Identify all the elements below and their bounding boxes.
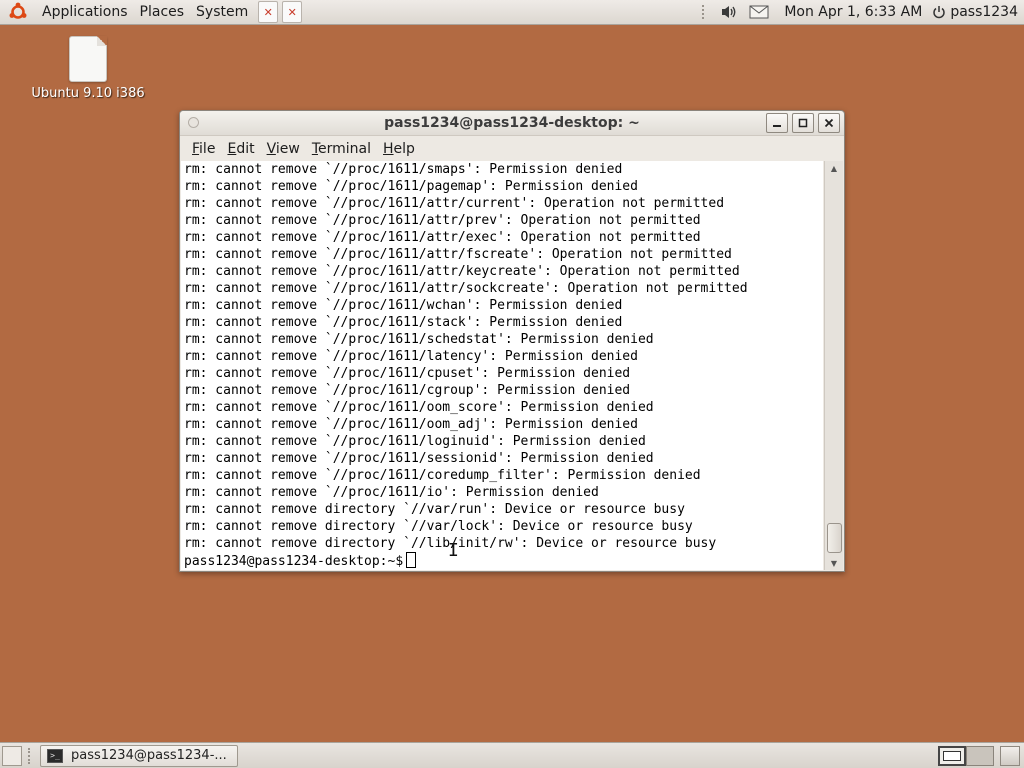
system-menu[interactable]: System bbox=[190, 0, 254, 24]
desktop-file-icon[interactable]: Ubuntu 9.10 i386 bbox=[28, 36, 148, 101]
window-menu-icon[interactable] bbox=[188, 117, 199, 128]
terminal-line: rm: cannot remove `//proc/1611/stack': P… bbox=[184, 315, 623, 330]
launcher-icon[interactable]: ✕ bbox=[282, 1, 303, 23]
terminal-lines: rm: cannot remove `//proc/1611/smaps': P… bbox=[184, 161, 748, 569]
workspace-switcher bbox=[938, 746, 1020, 766]
speaker-icon[interactable] bbox=[718, 1, 740, 23]
title-bar[interactable]: pass1234@pass1234-desktop: ~ bbox=[180, 111, 844, 136]
workspace-2[interactable] bbox=[966, 746, 994, 766]
terminal-line: rm: cannot remove `//proc/1611/attr/sock… bbox=[184, 281, 748, 296]
terminal-menubar: File Edit View Terminal Help bbox=[180, 136, 844, 162]
user-name: pass1234 bbox=[950, 4, 1018, 20]
terminal-line: rm: cannot remove `//proc/1611/latency':… bbox=[184, 349, 638, 364]
window-title: pass1234@pass1234-desktop: ~ bbox=[384, 115, 640, 131]
text-cursor bbox=[406, 552, 417, 568]
menu-edit[interactable]: Edit bbox=[221, 141, 260, 157]
tray-handle bbox=[702, 5, 710, 19]
prompt-line[interactable]: pass1234@pass1234-desktop:~$ bbox=[184, 552, 748, 569]
terminal-line: rm: cannot remove `//proc/1611/sessionid… bbox=[184, 451, 654, 466]
desktop-icon-label: Ubuntu 9.10 i386 bbox=[31, 86, 145, 101]
terminal-line: rm: cannot remove `//proc/1611/attr/keyc… bbox=[184, 264, 740, 279]
scroll-thumb[interactable] bbox=[827, 523, 842, 553]
terminal-window: pass1234@pass1234-desktop: ~ File Edit V… bbox=[179, 110, 845, 572]
menu-terminal[interactable]: Terminal bbox=[306, 141, 377, 157]
terminal-line: rm: cannot remove directory `//lib/init/… bbox=[184, 536, 717, 551]
top-panel: Applications Places System ✕ ✕ Mon Apr 1… bbox=[0, 0, 1024, 25]
show-desktop-button[interactable] bbox=[2, 745, 22, 766]
terminal-line: rm: cannot remove `//proc/1611/attr/exec… bbox=[184, 230, 701, 245]
bottom-panel: >_ pass1234@pass1234-... bbox=[0, 742, 1024, 768]
terminal-line: rm: cannot remove `//proc/1611/smaps': P… bbox=[184, 162, 623, 177]
menu-view[interactable]: View bbox=[261, 141, 306, 157]
terminal-line: rm: cannot remove `//proc/1611/pagemap':… bbox=[184, 179, 638, 194]
menu-help[interactable]: Help bbox=[377, 141, 421, 157]
terminal-line: rm: cannot remove `//proc/1611/wchan': P… bbox=[184, 298, 623, 313]
vertical-scrollbar[interactable]: ▲ ▼ bbox=[824, 161, 843, 570]
terminal-line: rm: cannot remove `//proc/1611/attr/fscr… bbox=[184, 247, 732, 262]
scroll-up-icon[interactable]: ▲ bbox=[825, 161, 843, 175]
terminal-line: rm: cannot remove `//proc/1611/oom_adj':… bbox=[184, 417, 638, 432]
window-controls bbox=[762, 113, 840, 133]
ibeam-cursor-icon: I bbox=[448, 540, 459, 561]
terminal-line: rm: cannot remove directory `//var/lock'… bbox=[184, 519, 693, 534]
terminal-line: rm: cannot remove `//proc/1611/coredump_… bbox=[184, 468, 701, 483]
scroll-down-icon[interactable]: ▼ bbox=[825, 556, 843, 570]
terminal-line: rm: cannot remove `//proc/1611/loginuid'… bbox=[184, 434, 646, 449]
applications-menu[interactable]: Applications bbox=[36, 0, 134, 24]
terminal-line: rm: cannot remove directory `//var/run':… bbox=[184, 502, 685, 517]
minimize-button[interactable] bbox=[766, 113, 788, 133]
terminal-line: rm: cannot remove `//proc/1611/io': Perm… bbox=[184, 485, 599, 500]
power-icon bbox=[932, 5, 946, 19]
ubuntu-logo-icon[interactable] bbox=[8, 2, 28, 22]
launcher-icon[interactable]: ✕ bbox=[258, 1, 279, 23]
terminal-line: rm: cannot remove `//proc/1611/attr/prev… bbox=[184, 213, 701, 228]
terminal-output[interactable]: rm: cannot remove `//proc/1611/smaps': P… bbox=[181, 161, 823, 570]
workspace-1[interactable] bbox=[938, 746, 966, 766]
panel-handle bbox=[28, 747, 34, 764]
clock[interactable]: Mon Apr 1, 6:33 AM bbox=[778, 4, 928, 20]
trash-icon[interactable] bbox=[1000, 746, 1020, 766]
envelope-icon[interactable] bbox=[748, 1, 770, 23]
terminal-line: rm: cannot remove `//proc/1611/cgroup': … bbox=[184, 383, 631, 398]
taskbar-terminal-button[interactable]: >_ pass1234@pass1234-... bbox=[40, 744, 238, 767]
workspace-window-preview bbox=[943, 751, 961, 761]
top-panel-tray: Mon Apr 1, 6:33 AM pass1234 bbox=[702, 0, 1024, 24]
shell-prompt: pass1234@pass1234-desktop:~$ bbox=[184, 554, 404, 569]
menu-file[interactable]: File bbox=[186, 141, 221, 157]
terminal-line: rm: cannot remove `//proc/1611/oom_score… bbox=[184, 400, 654, 415]
terminal-line: rm: cannot remove `//proc/1611/schedstat… bbox=[184, 332, 654, 347]
maximize-button[interactable] bbox=[792, 113, 814, 133]
taskbar-terminal-label: pass1234@pass1234-... bbox=[71, 748, 227, 763]
terminal-line: rm: cannot remove `//proc/1611/cpuset': … bbox=[184, 366, 631, 381]
close-button[interactable] bbox=[818, 113, 840, 133]
user-menu[interactable]: pass1234 bbox=[928, 4, 1024, 20]
terminal-icon: >_ bbox=[47, 748, 63, 763]
places-menu[interactable]: Places bbox=[134, 0, 191, 24]
file-icon bbox=[69, 36, 107, 82]
terminal-line: rm: cannot remove `//proc/1611/attr/curr… bbox=[184, 196, 725, 211]
